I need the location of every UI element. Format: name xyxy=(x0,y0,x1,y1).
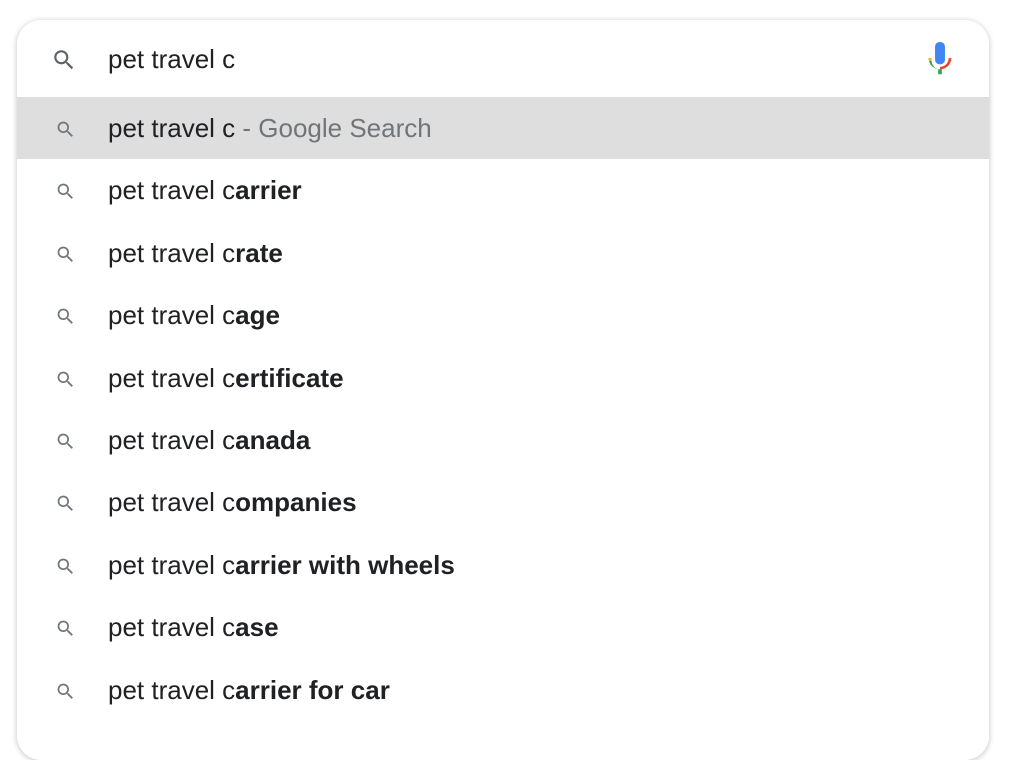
suggestion-typed-text: pet travel c xyxy=(108,674,236,705)
suggestion-typed-text: pet travel c xyxy=(108,487,236,518)
suggestion-suffix-text: - Google Search xyxy=(235,113,432,143)
suggestion-item[interactable]: pet travel carrier with wheels xyxy=(17,534,989,596)
suggestion-completion-text: ase xyxy=(235,612,279,643)
suggestion-item[interactable]: pet travel case xyxy=(17,596,989,658)
suggestion-label: pet travel crate xyxy=(108,238,283,268)
query-row[interactable]: pet travel c xyxy=(17,20,989,97)
suggestion-item[interactable]: pet travel carrier for car xyxy=(17,659,989,721)
suggestion-item[interactable]: pet travel cage xyxy=(17,284,989,346)
suggestion-completion-text: arrier for car xyxy=(235,674,390,705)
suggestion-typed-text: pet travel c xyxy=(108,362,236,393)
suggestion-label: pet travel carrier xyxy=(108,175,302,205)
suggestion-completion-text: arrier xyxy=(235,175,302,206)
suggestion-completion-text: ompanies xyxy=(235,487,357,518)
suggestion-item[interactable]: pet travel c - Google Search xyxy=(17,97,989,160)
suggestion-typed-text: pet travel c xyxy=(108,300,236,331)
search-icon xyxy=(57,371,73,387)
suggestion-label: pet travel c - Google Search xyxy=(108,113,432,143)
search-icon xyxy=(57,558,73,574)
suggestion-item[interactable]: pet travel canada xyxy=(17,409,989,471)
suggestion-completion-text: ertificate xyxy=(235,362,344,393)
suggestion-typed-text: pet travel c xyxy=(108,612,236,643)
search-icon xyxy=(57,495,73,512)
suggestion-typed-text: pet travel c xyxy=(108,175,236,206)
suggestion-item[interactable]: pet travel crate xyxy=(17,222,989,284)
search-icon xyxy=(57,184,73,200)
suggestion-label: pet travel carrier for car xyxy=(108,675,390,705)
suggestion-item[interactable]: pet travel companies xyxy=(17,471,989,533)
suggestion-label: pet travel carrier with wheels xyxy=(108,550,455,580)
suggestion-typed-text: pet travel c xyxy=(108,113,236,143)
search-icon xyxy=(57,683,73,699)
suggestion-completion-text: age xyxy=(235,300,280,331)
search-icon xyxy=(57,620,73,637)
search-icon xyxy=(54,50,74,70)
microphone-icon[interactable] xyxy=(925,42,955,78)
suggestion-typed-text: pet travel c xyxy=(108,549,236,580)
suggestion-completion-text: anada xyxy=(235,424,311,455)
search-icon xyxy=(57,246,73,262)
suggestion-label: pet travel cage xyxy=(108,300,280,330)
suggestion-label: pet travel companies xyxy=(108,487,357,517)
search-icon xyxy=(57,308,73,325)
search-input[interactable]: pet travel c xyxy=(108,44,235,74)
suggestion-completion-text: rate xyxy=(235,237,283,268)
suggestion-label: pet travel certificate xyxy=(108,363,344,393)
suggestion-completion-text: arrier with wheels xyxy=(235,549,455,580)
suggestion-label: pet travel case xyxy=(108,612,279,642)
suggestion-list: pet travel c - Google Search pet travel c… xyxy=(17,97,989,721)
suggestion-item[interactable]: pet travel carrier xyxy=(17,159,989,221)
suggestion-item[interactable]: pet travel certificate xyxy=(17,347,989,409)
search-icon xyxy=(57,121,73,137)
suggestion-typed-text: pet travel c xyxy=(108,424,236,455)
suggestion-typed-text: pet travel c xyxy=(108,237,236,268)
search-icon xyxy=(57,433,73,449)
suggestion-label: pet travel canada xyxy=(108,425,310,455)
search-box: pet travel c pet travel c - Google Searc… xyxy=(17,20,989,760)
